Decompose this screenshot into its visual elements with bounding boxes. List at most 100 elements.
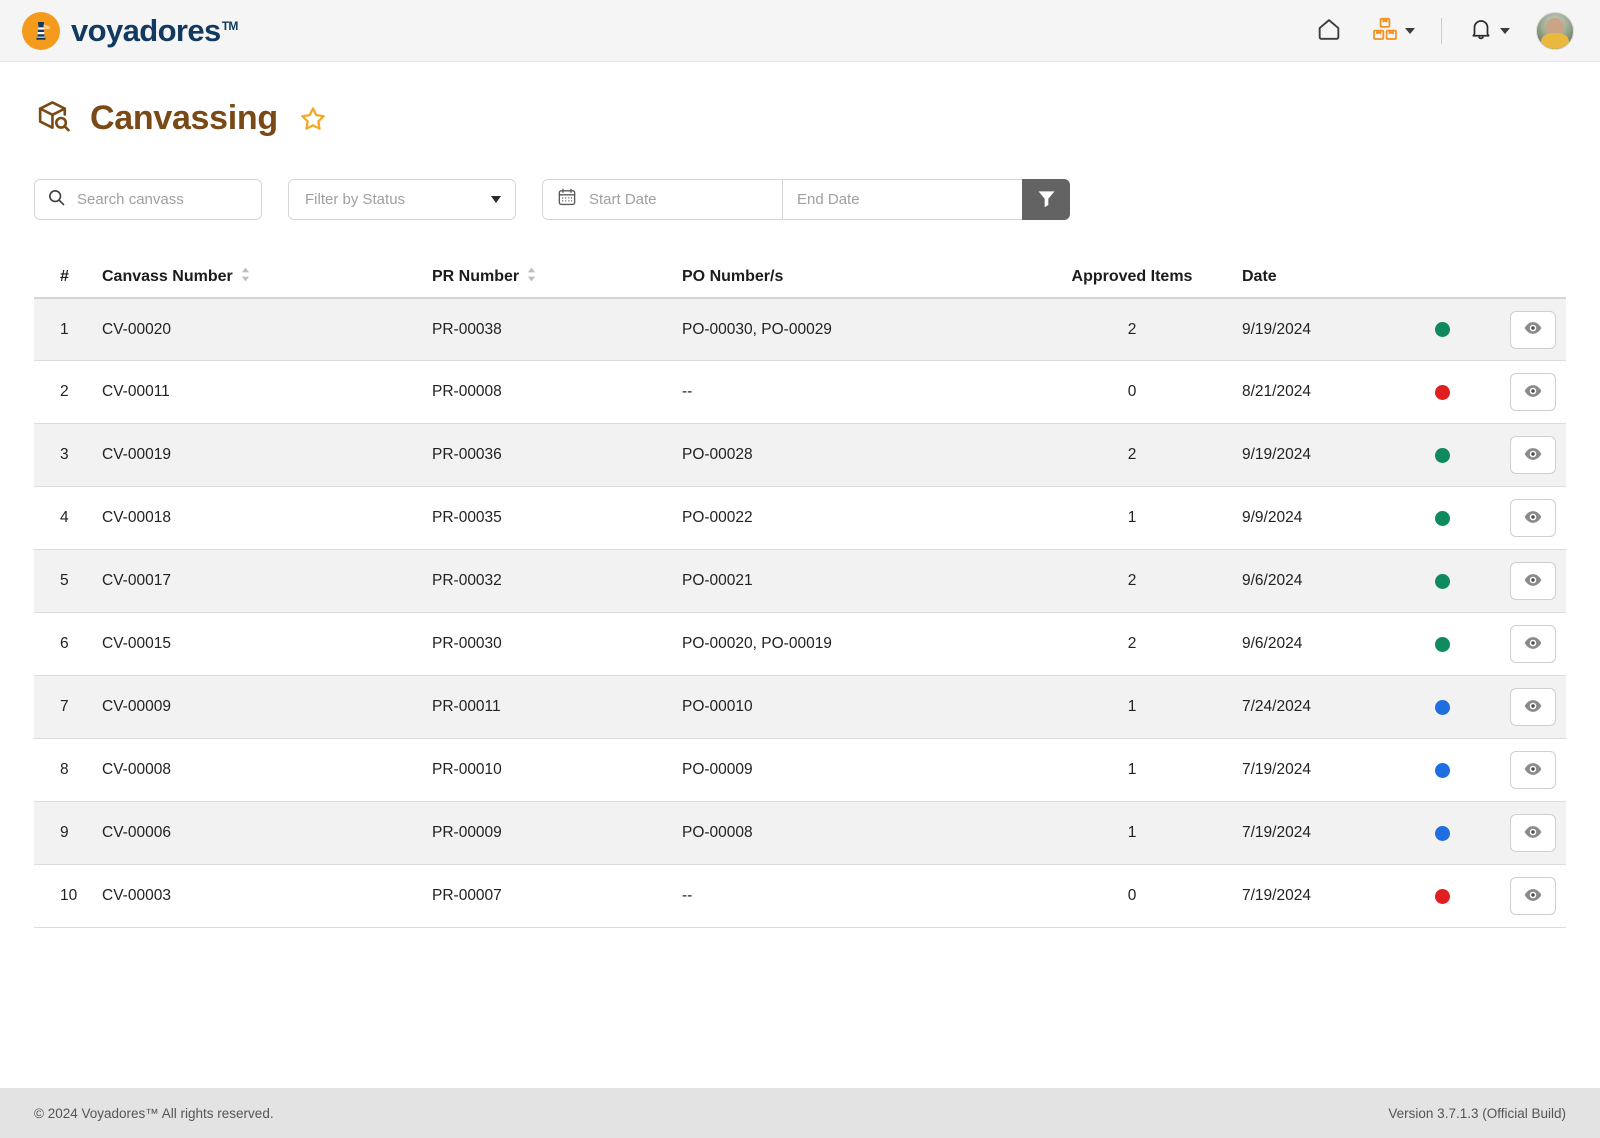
status-dot-green bbox=[1434, 573, 1450, 589]
status-badge bbox=[1392, 322, 1492, 337]
table-row[interactable]: 2 CV-00011 PR-00008 -- 0 8/21/2024 bbox=[34, 361, 1566, 424]
start-date-field[interactable] bbox=[542, 179, 782, 220]
topbar-actions bbox=[1301, 9, 1574, 52]
view-row-button[interactable] bbox=[1510, 562, 1556, 600]
cell-pr-number: PR-00011 bbox=[432, 698, 501, 715]
status-badge bbox=[1392, 510, 1492, 526]
cell-canvass-number: CV-00011 bbox=[102, 383, 170, 400]
row-actions bbox=[1492, 814, 1566, 852]
sort-updown-icon[interactable] bbox=[526, 267, 537, 287]
column-header-index: # bbox=[60, 267, 69, 285]
status-badge bbox=[1392, 888, 1492, 904]
lighthouse-icon bbox=[22, 11, 60, 50]
view-row-button[interactable] bbox=[1510, 688, 1556, 726]
cell-date: 9/19/2024 bbox=[1242, 320, 1311, 338]
table-row[interactable]: 6 CV-00015 PR-00030 PO-00020, PO-00019 2 9/6/… bbox=[34, 613, 1566, 676]
toolbar-divider bbox=[1441, 17, 1442, 44]
page-content: Canvassing Filter by Status bbox=[0, 62, 1600, 1088]
table-row[interactable]: 1 CV-00020 PR-00038 PO-00030, PO-00029 2 9/19… bbox=[34, 298, 1566, 361]
filters-toolbar: Filter by Status bbox=[34, 179, 1566, 220]
cell-date: 9/9/2024 bbox=[1242, 509, 1303, 526]
row-actions bbox=[1492, 499, 1566, 537]
view-row-button[interactable] bbox=[1510, 436, 1556, 474]
cell-po-numbers: PO-00009 bbox=[682, 761, 753, 778]
notifications-button[interactable] bbox=[1454, 10, 1524, 51]
status-filter-select[interactable]: Filter by Status bbox=[288, 179, 516, 220]
status-filter-label: Filter by Status bbox=[305, 191, 406, 208]
row-index: 9 bbox=[60, 824, 69, 841]
cell-po-numbers: PO-00022 bbox=[682, 509, 753, 526]
row-index: 5 bbox=[60, 572, 69, 589]
cell-po-numbers: PO-00028 bbox=[682, 446, 753, 463]
table-row[interactable]: 4 CV-00018 PR-00035 PO-00022 1 9/9/2024 bbox=[34, 487, 1566, 550]
view-row-button[interactable] bbox=[1510, 499, 1556, 537]
table-header-row: # Canvass Number PR Number PO Number/s A… bbox=[34, 256, 1566, 298]
cell-canvass-number: CV-00006 bbox=[102, 824, 171, 841]
table-row[interactable]: 9 CV-00006 PR-00009 PO-00008 1 7/19/2024 bbox=[34, 802, 1566, 865]
view-row-button[interactable] bbox=[1510, 625, 1556, 663]
cell-po-numbers: -- bbox=[682, 887, 693, 904]
cell-po-numbers: PO-00008 bbox=[682, 824, 753, 841]
status-dot-red bbox=[1434, 888, 1450, 904]
cell-pr-number: PR-00008 bbox=[432, 383, 502, 400]
cell-approved-items: 2 bbox=[1127, 446, 1137, 463]
table-row[interactable]: 3 CV-00019 PR-00036 PO-00028 2 9/19/2024 bbox=[34, 424, 1566, 487]
table-row[interactable]: 7 CV-00009 PR-00011 PO-00010 1 7/24/2024 bbox=[34, 676, 1566, 739]
page-header: Canvassing bbox=[34, 62, 1566, 141]
cell-pr-number: PR-00032 bbox=[432, 572, 502, 589]
search-canvass-field[interactable] bbox=[34, 179, 262, 220]
favorite-star-button[interactable] bbox=[294, 100, 332, 138]
home-button[interactable] bbox=[1301, 9, 1357, 52]
date-range-group bbox=[542, 179, 1070, 220]
eye-icon bbox=[1523, 318, 1543, 341]
view-row-button[interactable] bbox=[1510, 814, 1556, 852]
table-row[interactable]: 8 CV-00008 PR-00010 PO-00009 1 7/19/2024 bbox=[34, 739, 1566, 802]
avatar[interactable] bbox=[1536, 11, 1574, 50]
cell-canvass-number: CV-00015 bbox=[102, 635, 171, 652]
row-index: 2 bbox=[60, 383, 69, 400]
page-footer: © 2024 Voyadores™ All rights reserved. V… bbox=[0, 1088, 1600, 1138]
row-actions bbox=[1492, 625, 1566, 663]
funnel-icon bbox=[1036, 188, 1057, 212]
eye-icon bbox=[1523, 507, 1543, 530]
cell-po-numbers: PO-00030, PO-00029 bbox=[682, 320, 832, 338]
brand-logo[interactable]: voyadoresTM bbox=[22, 11, 238, 50]
start-date-input[interactable] bbox=[589, 191, 768, 208]
apply-filter-button[interactable] bbox=[1022, 179, 1070, 220]
row-actions bbox=[1492, 373, 1566, 411]
inventory-menu-button[interactable] bbox=[1357, 9, 1429, 52]
cell-po-numbers: PO-00021 bbox=[682, 572, 753, 589]
brand-name: voyadoresTM bbox=[71, 13, 238, 48]
view-row-button[interactable] bbox=[1510, 310, 1556, 349]
end-date-input[interactable] bbox=[797, 191, 1008, 208]
view-row-button[interactable] bbox=[1510, 877, 1556, 915]
column-header-canvass-number[interactable]: Canvass Number bbox=[102, 267, 432, 287]
sort-updown-icon[interactable] bbox=[240, 267, 251, 287]
view-row-button[interactable] bbox=[1510, 751, 1556, 789]
table-row[interactable]: 5 CV-00017 PR-00032 PO-00021 2 9/6/2024 bbox=[34, 550, 1566, 613]
cell-approved-items: 1 bbox=[1127, 761, 1137, 778]
cell-pr-number: PR-00038 bbox=[432, 320, 502, 338]
cell-approved-items: 2 bbox=[1127, 635, 1137, 652]
status-badge bbox=[1392, 762, 1492, 778]
row-actions bbox=[1492, 436, 1566, 474]
search-input[interactable] bbox=[77, 191, 249, 208]
eye-icon bbox=[1523, 444, 1543, 467]
calendar-icon bbox=[557, 187, 577, 212]
eye-icon bbox=[1523, 759, 1543, 782]
status-dot-blue bbox=[1434, 762, 1450, 778]
end-date-field[interactable] bbox=[782, 179, 1022, 220]
cell-canvass-number: CV-00019 bbox=[102, 446, 171, 463]
status-dot-green bbox=[1434, 636, 1450, 652]
table-row[interactable]: 10 CV-00003 PR-00007 -- 0 7/19/2024 bbox=[34, 865, 1566, 928]
eye-icon bbox=[1523, 570, 1543, 593]
status-badge bbox=[1392, 447, 1492, 463]
cell-date: 8/21/2024 bbox=[1242, 383, 1311, 400]
cell-approved-items: 1 bbox=[1127, 698, 1137, 715]
view-row-button[interactable] bbox=[1510, 373, 1556, 411]
footer-copyright: © 2024 Voyadores™ All rights reserved. bbox=[34, 1105, 274, 1121]
column-header-po-numbers: PO Number/s bbox=[682, 267, 784, 285]
cell-po-numbers: PO-00020, PO-00019 bbox=[682, 635, 832, 652]
eye-icon bbox=[1523, 633, 1543, 656]
column-header-pr-number[interactable]: PR Number bbox=[432, 267, 682, 287]
